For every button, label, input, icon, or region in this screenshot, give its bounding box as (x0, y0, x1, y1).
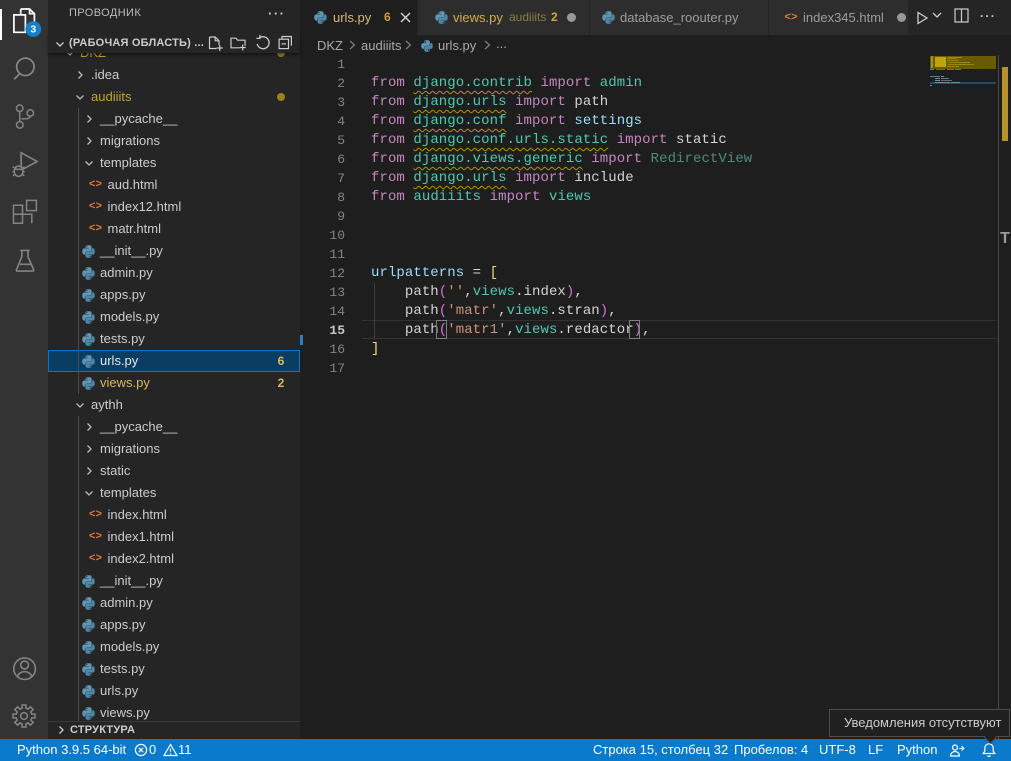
svg-text:3: 3 (30, 24, 36, 36)
